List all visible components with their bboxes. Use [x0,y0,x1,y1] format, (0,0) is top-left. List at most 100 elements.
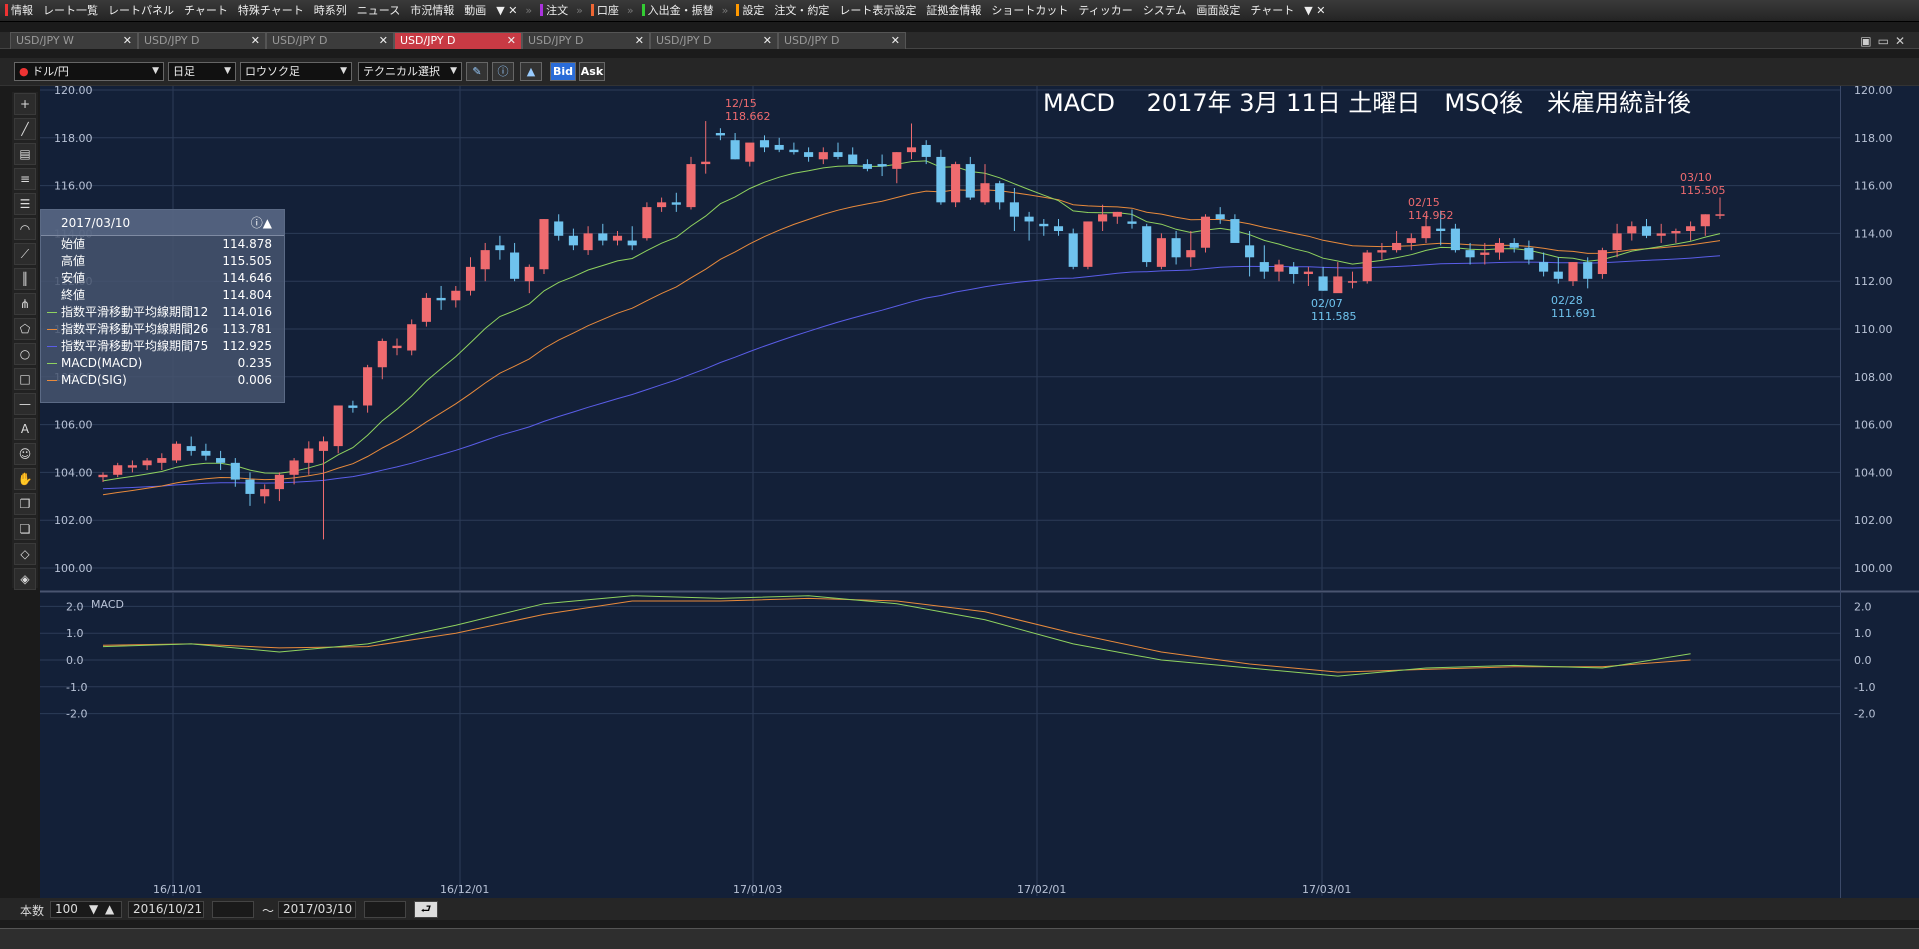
menu-item-label: ニュース [356,4,401,17]
candle-body [995,183,1005,203]
menu-item-label: 動画 [464,4,487,17]
menu-item[interactable]: 注文・約定 [769,0,834,21]
currency-pair-select[interactable]: ● ドル/円 ▼ [14,62,164,81]
count-input[interactable]: 100 ▼ ▲ [50,901,122,918]
candle-body [759,140,770,148]
menu-item-label: 時系列 [313,4,347,17]
refresh-icon[interactable]: ⮐ [414,901,438,918]
close-icon[interactable]: ✕ [507,33,516,49]
polygon-icon[interactable]: ⬠ [14,318,36,340]
menu-item-label: 特殊チャート [237,4,304,17]
menu-item[interactable]: 証拠金情報 [921,0,986,21]
eraser-all-icon[interactable]: ◈ [14,568,36,590]
time-to-input[interactable] [364,901,406,918]
candle-body [451,290,461,301]
hand-icon[interactable]: ✋ [14,468,36,490]
tab-chart[interactable]: USD/JPY W ✕ [10,32,138,49]
tab-chart[interactable]: USD/JPY D ✕ [778,32,906,49]
date-to-input[interactable]: 2017/03/10 [278,901,356,918]
ask-button[interactable]: Ask [579,62,605,81]
tab-chart[interactable]: USD/JPY D ✕ [650,32,778,49]
menu-item[interactable]: システム [1138,0,1192,21]
close-icon[interactable]: ✕ [763,33,772,49]
menu-item[interactable]: ショートカット [986,0,1073,21]
crosshair-icon[interactable]: + [14,93,36,115]
area-chart-icon[interactable]: ▲ [520,62,542,81]
window-controls[interactable]: ▣▭✕ [1860,34,1911,48]
candle-body [392,345,402,349]
menu-item[interactable]: 市況情報 [405,0,459,21]
fibonacci-icon[interactable]: ☰ [14,193,36,215]
close-icon[interactable]: ✕ [379,33,388,49]
chart-style-label: ロウソク足 [245,65,300,78]
menu-item[interactable]: 注文 [535,0,573,21]
ruler-icon[interactable]: ▤ [14,143,36,165]
chart-style-select[interactable]: ロウソク足 ▼ [240,62,352,81]
menu-item[interactable]: チャート [179,0,233,21]
menu-item[interactable]: 設定 [731,0,769,21]
trendline-icon[interactable]: ╱ [14,118,36,140]
series-swatch [47,380,57,381]
tab-chart[interactable]: USD/JPY D ✕ [138,32,266,49]
tab-chart[interactable]: USD/JPY D ✕ [394,32,522,49]
date-from-input[interactable]: 2016/10/21 [128,901,204,918]
eraser-icon[interactable]: ◇ [14,543,36,565]
menu-dropdown-icon[interactable]: ▼ ✕ [1299,0,1330,21]
period-select[interactable]: 日足 ▼ [168,62,236,81]
chevron-down-icon[interactable]: ▼ [89,902,98,917]
menu-item[interactable]: レート一覧 [38,0,103,21]
menu-item[interactable]: 時系列 [309,0,352,21]
candle-body [1362,252,1372,282]
close-icon[interactable]: ✕ [635,33,644,49]
circle-icon[interactable]: ○ [14,343,36,365]
vertical-lines-icon[interactable]: ║ [14,268,36,290]
menu-item[interactable]: 入出金・振替 [637,0,719,21]
menu-item[interactable]: 画面設定 [1191,0,1245,21]
stamp-icon[interactable]: ☺ [14,443,36,465]
info-row: 指数平滑移動平均線期間75 112.925 [41,338,284,355]
bid-button[interactable]: Bid [550,62,576,81]
menu-item[interactable]: チャート [1245,0,1299,21]
close-icon[interactable]: ✕ [891,33,900,49]
pen-icon[interactable]: ✎ [466,62,488,81]
tab-chart[interactable]: USD/JPY D ✕ [266,32,394,49]
hline-icon[interactable]: — [14,393,36,415]
paste-icon[interactable]: ❏ [14,518,36,540]
tab-chart[interactable]: USD/JPY D ✕ [522,32,650,49]
macd-y-tick-left: 1.0 [66,627,84,640]
technical-select[interactable]: テクニカル選択 ▼ [358,62,462,81]
menu-separator: » [626,4,634,17]
menu-item-label: ティッカー [1078,4,1133,17]
menu-item[interactable]: ニュース [352,0,405,21]
close-icon[interactable]: ✕ [123,33,132,49]
info-toggle-icon[interactable]: ⓘ▲ [251,210,272,236]
info-row-value: 112.925 [222,339,272,353]
gann-icon[interactable]: ⟋ [14,243,36,265]
menu-item[interactable]: 情報 [0,0,38,21]
info-icon[interactable]: ⓘ [492,62,514,81]
fan-icon[interactable]: ◠ [14,218,36,240]
chart-area[interactable]: 120.00 120.00 118.00 118.00 116.00 116.00 114.… [40,84,1919,898]
time-from-input[interactable] [212,901,254,918]
info-row-value: 0.235 [237,356,272,370]
menu-dropdown-icon[interactable]: ▼ ✕ [491,0,522,21]
menu-item[interactable]: レートパネル [103,0,179,21]
info-panel[interactable]: 2017/03/10 ⓘ▲ 始値 114.878 高値 115.505 安値 114.64… [40,209,285,403]
menu-item[interactable]: 口座 [586,0,624,21]
menu-item[interactable]: 動画 [459,0,491,21]
info-row-label: 高値 [61,254,86,268]
candle-body [98,474,108,478]
pitchfork-icon[interactable]: ⋔ [14,293,36,315]
horizontal-lines-icon[interactable]: ≡ [14,168,36,190]
menu-item[interactable]: ティッカー [1073,0,1137,21]
menu-item[interactable]: 特殊チャート [233,0,309,21]
annotation-value: 111.585 [1311,310,1357,323]
copy-icon[interactable]: ❐ [14,493,36,515]
candle-body [1230,219,1240,243]
close-icon[interactable]: ✕ [251,33,260,49]
chevron-up-icon[interactable]: ▲ [105,902,114,917]
menu-item-label: 注文 [546,4,569,17]
menu-item[interactable]: レート表示設定 [834,0,921,21]
rectangle-icon[interactable]: □ [14,368,36,390]
text-icon[interactable]: A [14,418,36,440]
